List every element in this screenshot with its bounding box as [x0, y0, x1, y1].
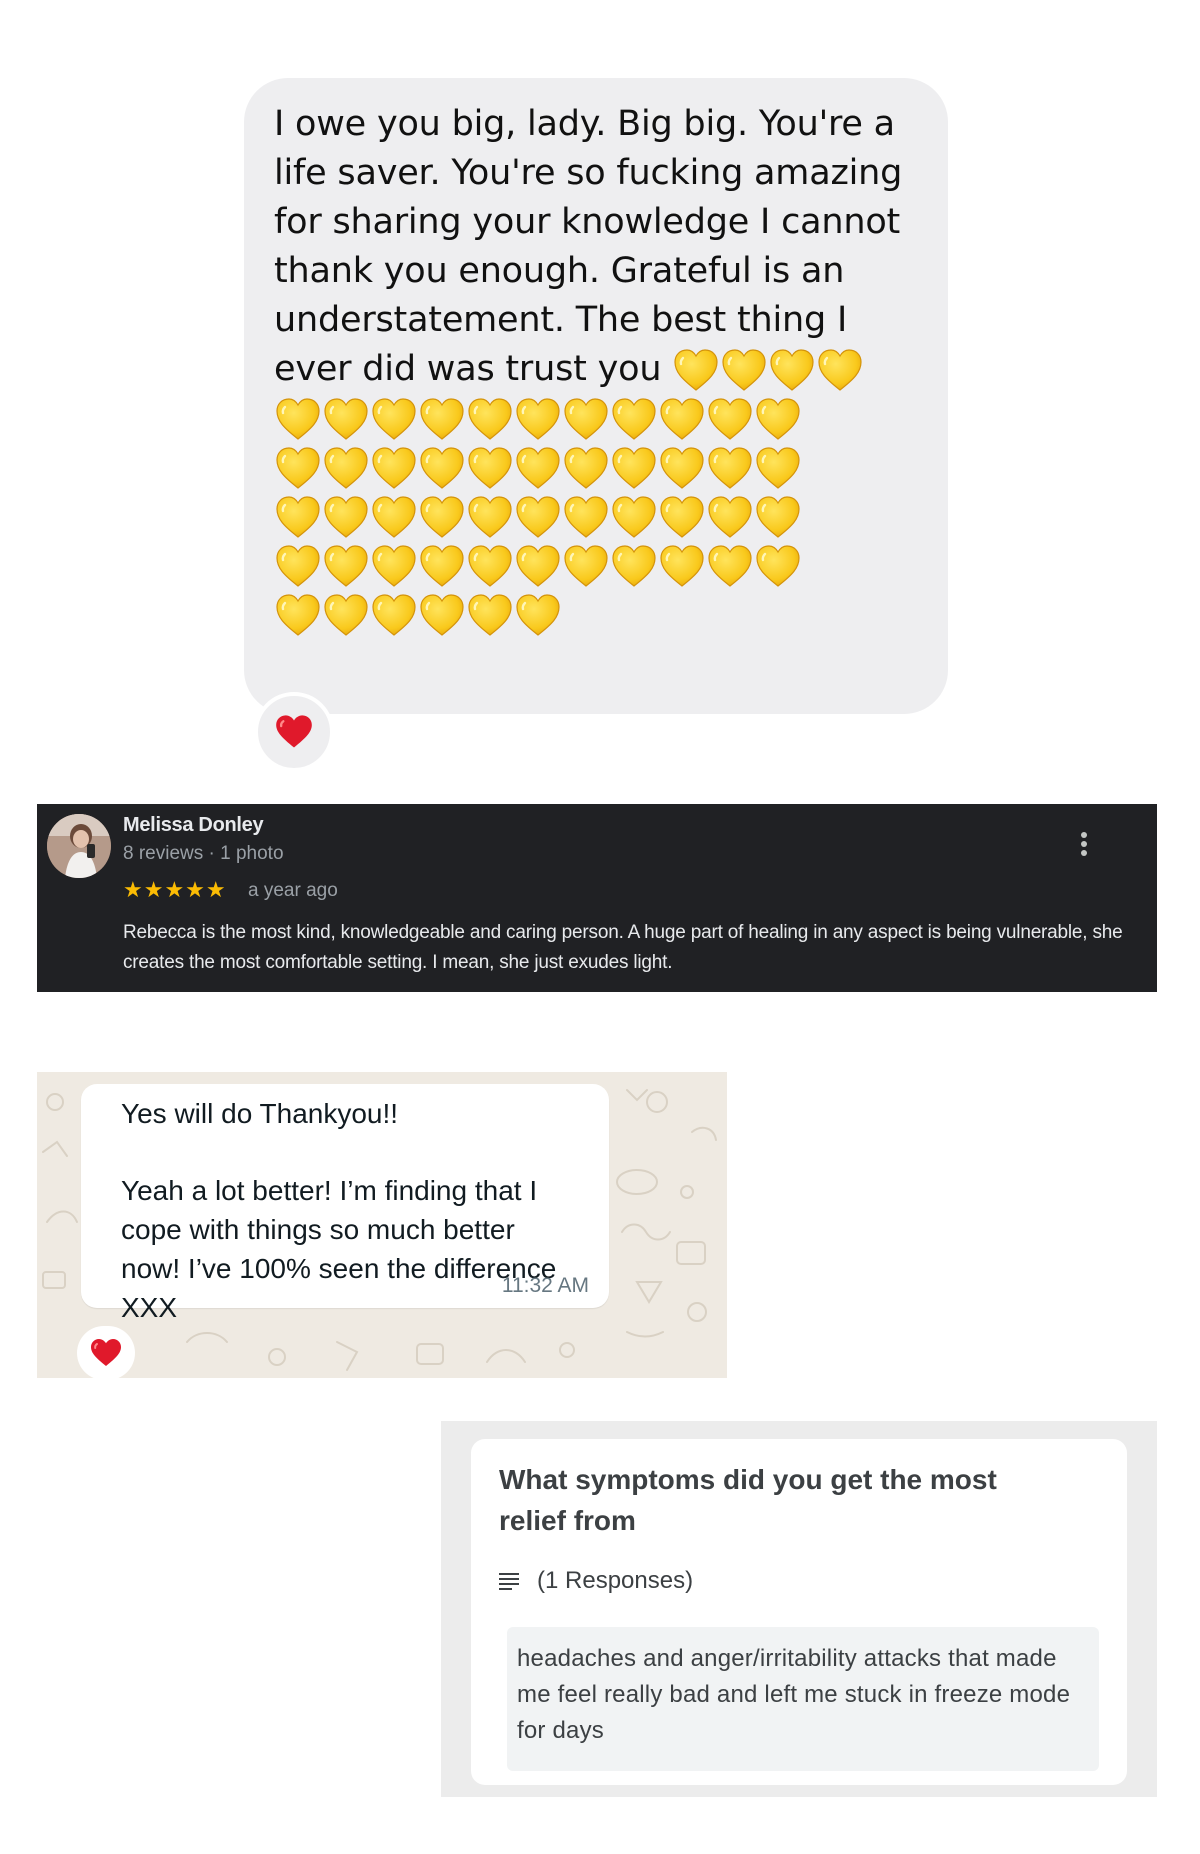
list-icon: [499, 1573, 519, 1590]
yellow-heart-icon: [370, 492, 418, 541]
yellow-heart-icon: [418, 394, 466, 443]
yellow-heart-icon: [754, 492, 802, 541]
form-response-card: What symptoms did you get the most relie…: [471, 1439, 1127, 1785]
yellow-heart-icon: [514, 492, 562, 541]
responses-count[interactable]: (1 Responses): [499, 1567, 693, 1595]
whatsapp-message-bubble[interactable]: Yes will do Thankyou!! Yeah a lot better…: [81, 1084, 609, 1323]
yellow-heart-icon: [562, 492, 610, 541]
yellow-heart-icon: [610, 492, 658, 541]
response-answer: headaches and anger/irritability attacks…: [507, 1627, 1099, 1771]
message-line: Yeah a lot better! I’m finding that I: [121, 1175, 538, 1206]
yellow-heart-icon: [418, 492, 466, 541]
yellow-heart-icon: [706, 443, 754, 492]
yellow-heart-icon: [562, 443, 610, 492]
whatsapp-chat: Yes will do Thankyou!! Yeah a lot better…: [37, 1072, 727, 1378]
yellow-heart-icon: [720, 345, 768, 394]
red-heart-icon: [91, 1339, 121, 1366]
yellow-heart-icon: [274, 541, 322, 590]
yellow-heart-icon: [274, 443, 322, 492]
imessage-text: I owe you big, lady. Big big. You're a l…: [274, 100, 918, 639]
yellow-heart-icon: [610, 394, 658, 443]
yellow-heart-icon: [322, 394, 370, 443]
review-card: Melissa Donley 8 reviews · 1 photo ★★★★★…: [37, 804, 1157, 992]
yellow-heart-icon: [706, 492, 754, 541]
yellow-heart-icon: [322, 590, 370, 639]
yellow-heart-icon: [466, 394, 514, 443]
yellow-heart-icon: [370, 443, 418, 492]
review-time: a year ago: [248, 880, 338, 901]
yellow-heart-icon: [418, 541, 466, 590]
avatar-photo-icon: [47, 814, 111, 878]
yellow-heart-icon: [672, 345, 720, 394]
yellow-heart-icon: [514, 443, 562, 492]
yellow-heart-icon: [562, 541, 610, 590]
yellow-heart-icon: [658, 443, 706, 492]
yellow-heart-icon: [322, 541, 370, 590]
yellow-heart-icon: [466, 590, 514, 639]
yellow-heart-icon: [466, 492, 514, 541]
yellow-heart-icon: [658, 394, 706, 443]
yellow-heart-icon: [466, 541, 514, 590]
yellow-heart-icon: [322, 492, 370, 541]
yellow-hearts-grid: [274, 394, 918, 639]
yellow-heart-icon: [370, 394, 418, 443]
form-response-panel: What symptoms did you get the most relie…: [441, 1421, 1157, 1797]
yellow-hearts-inline: [672, 349, 864, 391]
message-line: Yes will do Thankyou!!: [121, 1098, 399, 1129]
more-options-icon[interactable]: [1081, 832, 1089, 860]
responses-label: (1 Responses): [537, 1567, 694, 1594]
yellow-heart-icon: [514, 541, 562, 590]
yellow-heart-icon: [274, 492, 322, 541]
yellow-heart-icon: [562, 394, 610, 443]
whatsapp-heart-reaction[interactable]: [77, 1326, 135, 1378]
yellow-heart-icon: [754, 443, 802, 492]
review-text: Rebecca is the most kind, knowledgeable …: [123, 922, 1123, 973]
yellow-heart-icon: [418, 443, 466, 492]
yellow-heart-icon: [610, 443, 658, 492]
yellow-heart-icon: [322, 443, 370, 492]
reviewer-name[interactable]: Melissa Donley: [123, 814, 264, 837]
reviewer-meta: 8 reviews · 1 photo: [123, 843, 284, 864]
yellow-heart-icon: [370, 541, 418, 590]
red-heart-icon: [276, 715, 312, 748]
yellow-heart-icon: [658, 492, 706, 541]
yellow-heart-icon: [754, 394, 802, 443]
yellow-heart-icon: [418, 590, 466, 639]
yellow-heart-icon: [610, 541, 658, 590]
yellow-heart-icon: [514, 590, 562, 639]
yellow-heart-icon: [754, 541, 802, 590]
yellow-heart-icon: [706, 541, 754, 590]
yellow-heart-icon: [370, 590, 418, 639]
yellow-heart-icon: [274, 394, 322, 443]
yellow-heart-icon: [274, 590, 322, 639]
yellow-heart-icon: [816, 345, 864, 394]
avatar[interactable]: [47, 814, 111, 878]
yellow-heart-icon: [658, 541, 706, 590]
question-title: What symptoms did you get the most relie…: [499, 1464, 997, 1536]
yellow-heart-icon: [706, 394, 754, 443]
message-line: cope with things so much better: [121, 1214, 515, 1245]
imessage-bubble[interactable]: I owe you big, lady. Big big. You're a l…: [244, 78, 948, 714]
message-timestamp: 11:32 AM: [501, 1274, 589, 1297]
yellow-heart-icon: [514, 394, 562, 443]
yellow-heart-icon: [466, 443, 514, 492]
imessage-heart-reaction[interactable]: [254, 692, 334, 772]
yellow-heart-icon: [768, 345, 816, 394]
star-rating: ★★★★★: [123, 877, 227, 902]
